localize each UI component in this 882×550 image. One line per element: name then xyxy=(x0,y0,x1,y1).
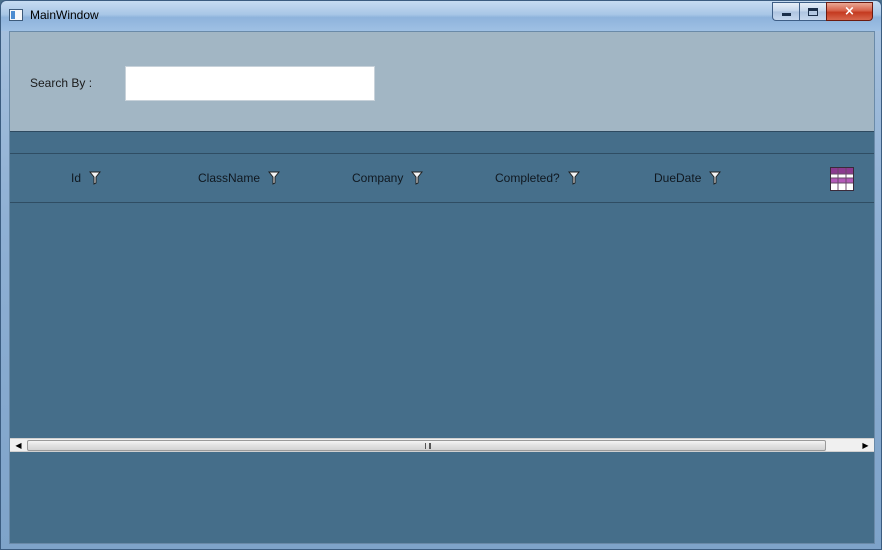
column-header-label: Id xyxy=(71,171,82,185)
grid-body xyxy=(10,203,874,438)
title-bar[interactable]: MainWindow × xyxy=(1,1,881,31)
scroll-right-button[interactable]: ▶ xyxy=(857,439,874,452)
filter-icon[interactable] xyxy=(268,171,281,185)
footer-area xyxy=(10,452,874,543)
column-header-company[interactable]: Company xyxy=(352,171,424,185)
column-header-label: ClassName xyxy=(198,171,261,185)
window-title: MainWindow xyxy=(30,8,99,22)
close-icon: × xyxy=(844,4,855,19)
filter-icon[interactable] xyxy=(89,171,102,185)
column-header-classname[interactable]: ClassName xyxy=(198,171,281,185)
scroll-grip-icon xyxy=(425,443,431,449)
close-button[interactable]: × xyxy=(826,2,873,21)
filter-icon[interactable] xyxy=(567,171,580,185)
filter-icon[interactable] xyxy=(709,171,722,185)
client-area: Search By : Id ClassName Company Complet… xyxy=(9,31,875,544)
column-header-duedate[interactable]: DueDate xyxy=(654,171,722,185)
group-panel xyxy=(10,132,874,154)
scroll-left-icon: ◀ xyxy=(15,441,22,450)
caption-buttons: × xyxy=(772,2,873,21)
filter-icon[interactable] xyxy=(411,171,424,185)
grid-header: Id ClassName Company Completed? DueDate xyxy=(10,154,874,203)
column-header-label: Company xyxy=(352,171,404,185)
column-chooser-icon[interactable] xyxy=(830,167,854,191)
search-label: Search By : xyxy=(30,76,93,90)
minimize-button[interactable] xyxy=(772,2,799,21)
column-header-label: Completed? xyxy=(495,171,560,185)
scroll-left-button[interactable]: ◀ xyxy=(10,439,27,452)
column-header-label: DueDate xyxy=(654,171,702,185)
column-header-id[interactable]: Id xyxy=(71,171,102,185)
app-window-icon[interactable] xyxy=(9,9,23,21)
main-window: MainWindow × Search By : Id ClassName Co… xyxy=(0,0,882,550)
minimize-icon xyxy=(781,13,791,16)
maximize-button[interactable] xyxy=(799,2,826,21)
column-header-completed[interactable]: Completed? xyxy=(495,171,580,185)
search-input[interactable] xyxy=(125,66,375,101)
search-panel: Search By : xyxy=(10,32,874,132)
horizontal-scrollbar[interactable]: ◀ ▶ xyxy=(10,438,874,452)
scroll-right-icon: ▶ xyxy=(862,441,869,450)
maximize-icon xyxy=(808,7,818,16)
scroll-thumb[interactable] xyxy=(27,440,826,451)
